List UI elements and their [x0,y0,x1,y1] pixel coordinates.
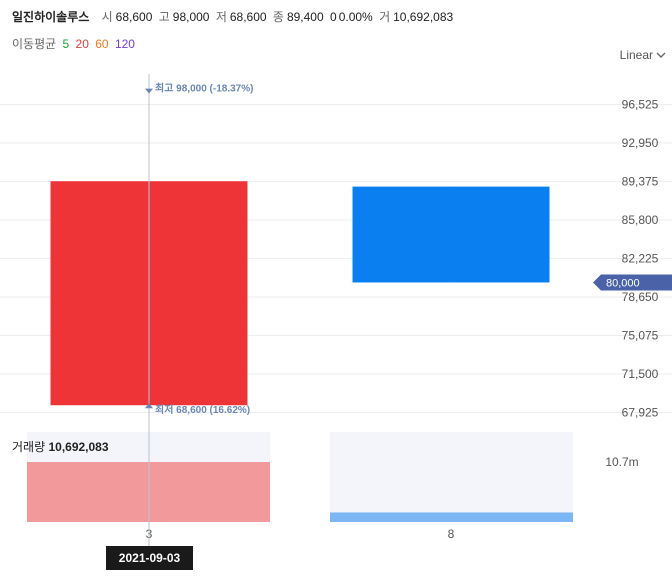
volume-panel-value: 10,692,083 [48,440,109,454]
crosshair-date-label: 2021-09-03 [119,551,181,565]
high-marker-icon [145,88,153,94]
candles[interactable] [50,88,550,406]
date-tick-label: 8 [448,527,455,541]
volume-bar [330,512,573,522]
candle-body[interactable] [352,186,550,283]
high-annotation: 최고 98,000 (-18.37%) [155,82,253,95]
volume-bg-8 [330,432,573,522]
price-tick-label: 96,525 [622,98,659,112]
volume-panel-title: 거래량 [12,440,46,454]
price-tick-label: 78,650 [622,290,659,304]
price-tick-label: 92,950 [622,136,659,150]
volume-panel: 10.7m [27,432,639,522]
price-tick-label: 67,925 [622,406,659,420]
candlestick-chart[interactable]: 96,525 92,950 89,375 85,800 82,225 78,650 75,0… [0,0,672,577]
current-price-label: 80,000 [606,277,640,289]
volume-tick-label: 10.7m [605,455,638,469]
volume-panel-label: 거래량 10,692,083 [12,438,109,455]
price-tick-label: 82,225 [622,252,659,266]
date-axis: 38 [146,527,455,541]
price-tick-label: 85,800 [622,213,659,227]
price-tick-label: 89,375 [622,175,659,189]
price-tick-label: 71,500 [622,367,659,381]
low-annotation: 최저 68,600 (16.62%) [155,403,250,416]
price-tick-label: 75,075 [622,329,659,343]
price-axis: 96,525 92,950 89,375 85,800 82,225 78,650 75,0… [622,98,659,420]
